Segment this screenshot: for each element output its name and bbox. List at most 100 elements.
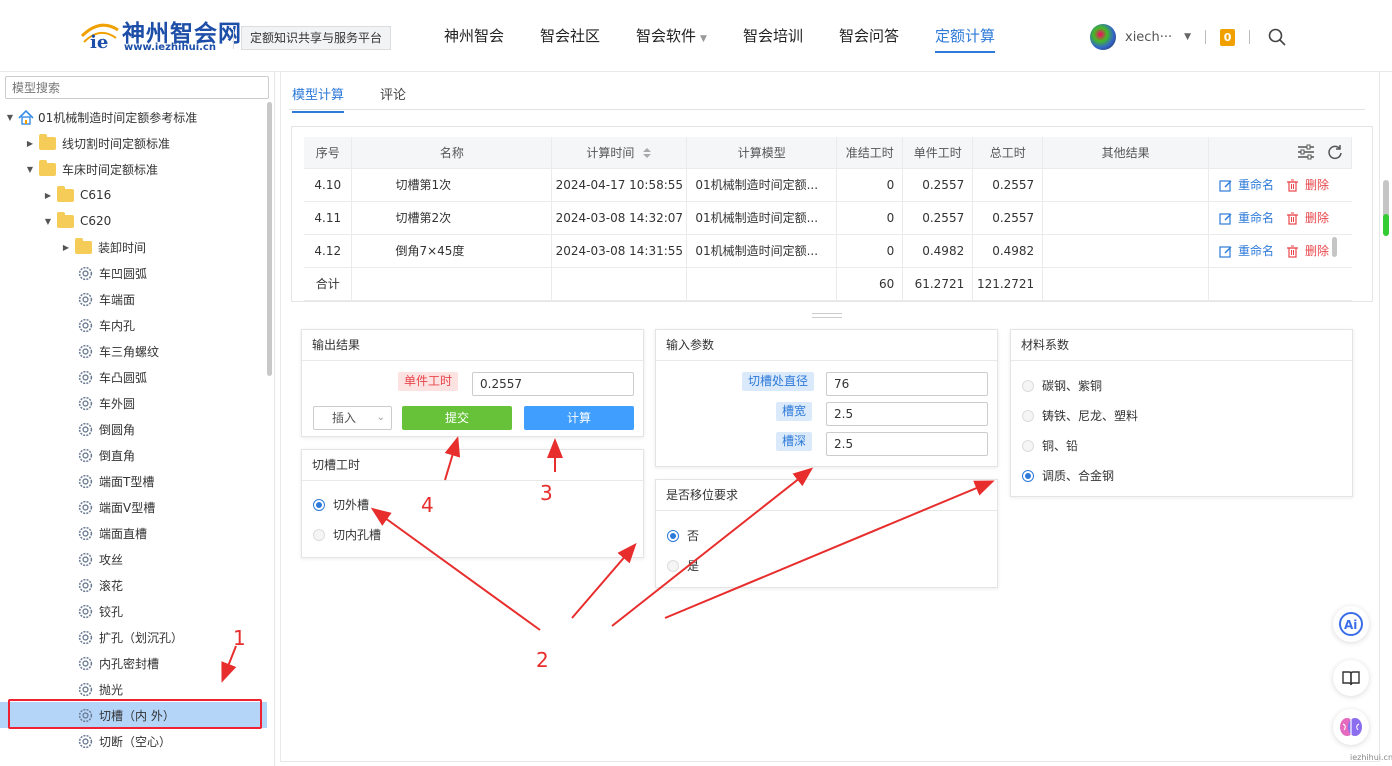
resize-handle[interactable]	[812, 313, 842, 318]
edit-icon[interactable]	[1219, 245, 1232, 258]
caret-right-icon[interactable]: ▶	[60, 243, 72, 252]
tree-item-model[interactable]: 端面T型槽	[0, 468, 267, 494]
tree-item-model[interactable]: 攻丝	[0, 546, 267, 572]
brain-button[interactable]	[1333, 709, 1369, 745]
tree-item-folder[interactable]: ▶ 装卸时间	[0, 234, 267, 260]
tree-item-folder[interactable]: ▶ 线切割时间定额标准	[0, 130, 267, 156]
tree-item-model[interactable]: 车凹圆弧	[0, 260, 267, 286]
caret-down-icon[interactable]: ▼	[42, 217, 54, 226]
table-row[interactable]: 4.11 切槽第2次 2024-03-08 14:32:07 01机械制造时间定额..…	[304, 201, 1352, 235]
param-width-input[interactable]: 2.5	[826, 402, 988, 426]
tree-item-model[interactable]: 车内孔	[0, 312, 267, 338]
rename-button[interactable]: 重命名	[1219, 244, 1274, 258]
cell-model-link[interactable]: 01机械制造时间定额...	[686, 201, 838, 235]
trash-icon[interactable]	[1286, 245, 1299, 258]
tree-item-folder[interactable]: ▼ C620	[0, 208, 267, 234]
avatar[interactable]	[1090, 24, 1116, 50]
unit-hour-output[interactable]: 0.2557	[472, 372, 634, 396]
tree-item-model[interactable]: 端面直槽	[0, 520, 267, 546]
param-diameter-input[interactable]: 76	[826, 372, 988, 396]
tree-item-model[interactable]: 端面V型槽	[0, 494, 267, 520]
radio-material-1[interactable]: 碳钢、紫铜	[1022, 377, 1102, 394]
radio-yes[interactable]: 是	[667, 557, 699, 574]
refresh-icon[interactable]	[1327, 144, 1343, 160]
tree-item-folder[interactable]: ▼ 车床时间定额标准	[0, 156, 267, 182]
model-search-input[interactable]	[5, 76, 269, 99]
col-header-sortable[interactable]: 计算时间	[551, 137, 688, 169]
search-icon[interactable]	[1268, 28, 1286, 46]
table-row[interactable]: 4.10 切槽第1次 2024-04-17 10:58:55 01机械制造时间定额..…	[304, 168, 1352, 202]
nav-qa[interactable]: 智会问答	[839, 26, 899, 53]
user-name[interactable]: xiech···	[1125, 30, 1172, 45]
radio-inner-groove[interactable]: 切内孔槽	[313, 526, 381, 543]
calculate-button[interactable]: 计算	[524, 406, 634, 430]
radio-unchecked[interactable]	[1022, 409, 1034, 422]
trash-icon[interactable]	[1286, 212, 1299, 225]
radio-unchecked[interactable]	[1022, 379, 1034, 392]
insert-select[interactable]: 插入 ⌄	[313, 406, 392, 430]
tree-item-model[interactable]: 铰孔	[0, 598, 267, 624]
nav-shenzhou[interactable]: 神州智会	[444, 26, 504, 53]
caret-right-icon[interactable]: ▶	[24, 139, 36, 148]
ai-assistant-button[interactable]: Ai	[1333, 606, 1369, 642]
nav-training[interactable]: 智会培训	[743, 26, 803, 53]
manual-button[interactable]	[1333, 660, 1369, 696]
radio-material-3[interactable]: 铜、铅	[1022, 437, 1078, 454]
tree-item-model[interactable]: 车凸圆弧	[0, 364, 267, 390]
gear-icon	[78, 734, 93, 748]
tab-model-calc[interactable]: 模型计算	[292, 84, 345, 113]
nav-software[interactable]: 智会软件 ▼	[636, 26, 707, 53]
delete-button[interactable]: 删除	[1286, 244, 1329, 258]
tree-item-model[interactable]: 滚花	[0, 572, 267, 598]
trash-icon[interactable]	[1286, 179, 1299, 192]
radio-unchecked[interactable]	[667, 559, 679, 572]
edit-icon[interactable]	[1219, 179, 1232, 192]
column-settings-icon[interactable]	[1297, 144, 1315, 160]
table-scrollbar[interactable]	[1332, 237, 1337, 257]
cell-model-link[interactable]: 01机械制造时间定额...	[686, 168, 838, 202]
site-logo[interactable]: ie 神州智会网 www.iezhihui.cn	[80, 14, 241, 54]
tree-item-model[interactable]: 扩孔（划沉孔）	[0, 624, 267, 650]
sidebar-scrollbar[interactable]	[267, 102, 272, 376]
radio-unchecked[interactable]	[1022, 439, 1034, 452]
radio-checked[interactable]	[1022, 469, 1034, 482]
caret-down-icon[interactable]: ▼	[24, 165, 36, 174]
tree-item-model[interactable]: 内孔密封槽	[0, 650, 267, 676]
radio-checked[interactable]	[667, 529, 679, 542]
tree-item-model[interactable]: 车端面	[0, 286, 267, 312]
edit-icon[interactable]	[1219, 212, 1232, 225]
tree-item-folder[interactable]: ▶ C616	[0, 182, 267, 208]
platform-button[interactable]: 定额知识共享与服务平台	[241, 26, 391, 50]
radio-unchecked[interactable]	[313, 528, 325, 541]
sort-icon[interactable]	[642, 147, 652, 159]
cell-model-link[interactable]: 01机械制造时间定额...	[686, 234, 838, 268]
param-depth-input[interactable]: 2.5	[826, 432, 988, 456]
notification-badge[interactable]: 0	[1220, 28, 1236, 46]
col-header: 其他结果	[1042, 137, 1209, 169]
top-bar: ie 神州智会网 www.iezhihui.cn 定额知识共享与服务平台 神州智…	[0, 0, 1392, 72]
delete-button[interactable]: 删除	[1286, 211, 1329, 225]
radio-outer-groove[interactable]: 切外槽	[313, 496, 369, 513]
tree-item-model[interactable]: 切断（空心）	[0, 728, 267, 754]
radio-material-2[interactable]: 铸铁、尼龙、塑料	[1022, 407, 1138, 424]
caret-down-icon[interactable]: ▼	[4, 113, 16, 122]
radio-checked[interactable]	[313, 498, 325, 511]
rename-button[interactable]: 重命名	[1219, 211, 1274, 225]
tree-item-model[interactable]: 倒圆角	[0, 416, 267, 442]
submit-button[interactable]: 提交	[402, 406, 512, 430]
rename-button[interactable]: 重命名	[1219, 178, 1274, 192]
tree-item-root[interactable]: ▼ 01机械制造时间定额参考标准	[0, 104, 267, 130]
delete-button[interactable]: 删除	[1286, 178, 1329, 192]
tree-item-model[interactable]: 倒直角	[0, 442, 267, 468]
cell-setup-hours: 0	[836, 168, 904, 202]
tree-item-model[interactable]: 车外圆	[0, 390, 267, 416]
caret-right-icon[interactable]: ▶	[42, 191, 54, 200]
tab-comments[interactable]: 评论	[380, 84, 406, 103]
caret-down-icon[interactable]: ▼	[1184, 32, 1191, 42]
nav-quota-calc[interactable]: 定额计算	[935, 26, 996, 53]
radio-no[interactable]: 否	[667, 527, 699, 544]
radio-material-4[interactable]: 调质、合金钢	[1022, 467, 1114, 484]
nav-community[interactable]: 智会社区	[540, 26, 600, 53]
table-row[interactable]: 4.12 倒角7×45度 2024-03-08 14:31:55 01机械制造时间定额…	[304, 234, 1352, 268]
tree-item-model[interactable]: 车三角螺纹	[0, 338, 267, 364]
